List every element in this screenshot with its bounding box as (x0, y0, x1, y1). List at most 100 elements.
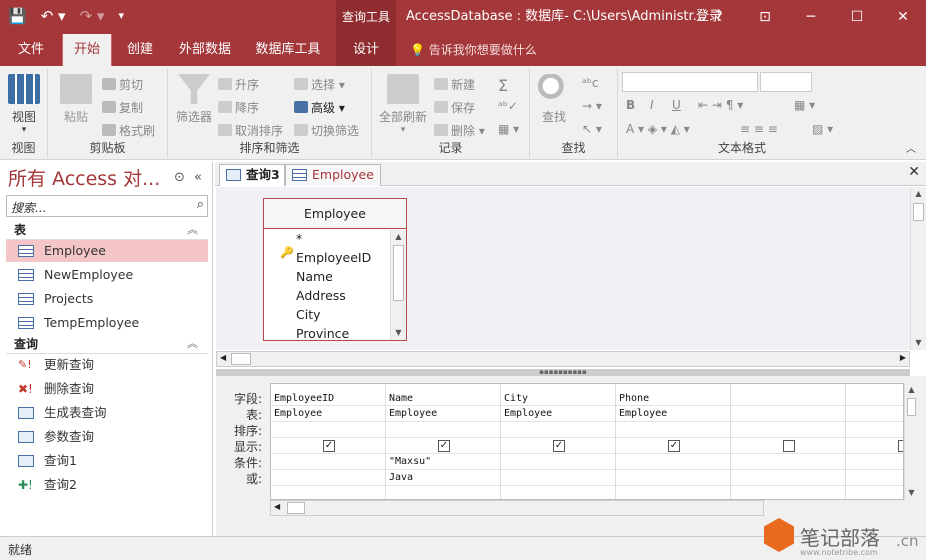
scroll-thumb[interactable] (287, 502, 305, 514)
scroll-thumb[interactable] (913, 203, 924, 221)
remove-sort-button[interactable]: 取消排序 (218, 122, 283, 139)
grid-column[interactable]: City Employee ✓ (501, 384, 616, 499)
goto-icon[interactable]: → ▾ (582, 99, 602, 113)
nav-section-queries[interactable]: 查询 ︽ (6, 334, 208, 354)
nav-item-newemployee[interactable]: NewEmployee (6, 264, 208, 286)
nav-menu-icon[interactable]: ⊙ (174, 170, 185, 185)
grid-column[interactable] (846, 384, 903, 499)
upper-vertical-scrollbar[interactable]: ▲ ▼ (910, 187, 926, 350)
align-icons[interactable]: ≡ ≡ ≡ (740, 122, 778, 136)
spelling-icon[interactable]: ᵃᵇ✓ (498, 99, 518, 113)
minimize-button[interactable]: ─ (788, 0, 834, 34)
select-icon[interactable]: ↖ ▾ (582, 122, 602, 136)
indent-icons[interactable]: ⇤ ⇥ ¶ ▾ (698, 98, 743, 112)
show-checkbox[interactable]: ✓ (323, 440, 335, 452)
tab-external-data[interactable]: 外部数据 (166, 34, 244, 66)
nav-item-tempemployee[interactable]: TempEmployee (6, 312, 208, 334)
grid-cell-field[interactable]: EmployeeID (274, 393, 334, 404)
nav-item-update-query[interactable]: ✎! 更新查询 (6, 354, 208, 376)
nav-item-query1[interactable]: 查询1 (6, 450, 208, 472)
grid-cell-field[interactable]: City (504, 393, 528, 404)
maximize-button[interactable]: ☐ (834, 0, 880, 34)
help-button[interactable]: ? (696, 0, 742, 34)
nav-section-tables[interactable]: 表 ︽ (6, 220, 208, 240)
sort-asc-button[interactable]: 升序 (218, 76, 259, 93)
tab-create[interactable]: 创建 (114, 34, 166, 66)
grid-cell-or[interactable]: Java (389, 472, 413, 483)
scroll-thumb[interactable] (231, 353, 251, 365)
grid-cell-field[interactable]: Name (389, 393, 413, 404)
underline-button[interactable]: U (672, 98, 681, 112)
field-item[interactable]: Name (296, 269, 333, 284)
grid-cell-criteria[interactable]: "Maxsu" (389, 456, 431, 467)
field-item[interactable]: City (296, 307, 321, 322)
save-icon[interactable]: 💾 (8, 6, 27, 26)
scroll-thumb[interactable] (907, 398, 916, 416)
field-item[interactable]: EmployeeID (296, 250, 371, 265)
field-item[interactable]: Address (296, 288, 346, 303)
nav-item-query2[interactable]: ✚! 查询2 (6, 474, 208, 496)
show-checkbox[interactable] (783, 440, 795, 452)
scroll-left-icon[interactable]: ◀ (274, 502, 280, 511)
ribbon-display-button[interactable]: ⊡ (742, 0, 788, 34)
gridlines-icon[interactable]: ▦ ▾ (794, 98, 815, 112)
pane-splitter[interactable]: ▪▪▪▪▪▪▪▪▪▪ (216, 369, 910, 376)
nav-search-input[interactable]: 搜索... ⌕ (6, 195, 208, 217)
scroll-up-icon[interactable]: ▲ (911, 187, 926, 201)
font-color-button[interactable]: A ▾ ◈ ▾ ◭ ▾ (626, 122, 690, 136)
bold-button[interactable]: B (626, 98, 635, 112)
toggle-filter-button[interactable]: 切换筛选 (294, 122, 359, 139)
nav-title[interactable]: 所有 Access 对... (8, 164, 160, 191)
grid-column[interactable]: EmployeeID Employee ✓ (271, 384, 386, 499)
format-painter-button[interactable]: 格式刷 (102, 122, 155, 139)
cut-button[interactable]: 剪切 (102, 76, 143, 93)
advanced-button[interactable]: 高级 ▾ (294, 99, 345, 116)
field-item[interactable]: Province (296, 326, 349, 341)
scroll-right-icon[interactable]: ▶ (900, 353, 906, 362)
filter-button[interactable]: 筛选器 (172, 74, 216, 125)
redo-icon[interactable]: ↷ ▾ (80, 6, 105, 26)
grid-cell-table[interactable]: Employee (389, 408, 437, 419)
scroll-thumb[interactable] (393, 245, 404, 301)
italic-button[interactable]: I (650, 98, 654, 112)
more-icon[interactable]: ▦ ▾ (498, 122, 519, 136)
collapse-ribbon-icon[interactable]: ︿ (906, 140, 916, 155)
selection-button[interactable]: 选择 ▾ (294, 76, 345, 93)
nav-item-projects[interactable]: Projects (6, 288, 208, 310)
nav-item-delete-query[interactable]: ✖! 删除查询 (6, 378, 208, 400)
grid-column[interactable]: Phone Employee ✓ (616, 384, 731, 499)
tab-query3[interactable]: 查询3 (219, 164, 285, 186)
font-name-select[interactable] (622, 72, 758, 92)
nav-collapse-icon[interactable]: « (194, 170, 202, 185)
copy-button[interactable]: 复制 (102, 99, 143, 116)
tab-file[interactable]: 文件 (0, 34, 62, 66)
table-field-list[interactable]: Employee * 🔑 EmployeeID Name Address Cit… (263, 198, 407, 341)
find-button[interactable]: 查找 (536, 74, 572, 125)
upper-horizontal-scrollbar[interactable]: ◀ ▶ (216, 351, 910, 367)
paste-button[interactable]: 粘贴 (58, 74, 94, 125)
scroll-down-icon[interactable]: ▼ (905, 486, 918, 500)
grid-cell-field[interactable]: Phone (619, 393, 649, 404)
grid-column[interactable]: Name Employee ✓ "Maxsu" Java (386, 384, 501, 499)
show-checkbox[interactable]: ✓ (553, 440, 565, 452)
grid-cell-table[interactable]: Employee (619, 408, 667, 419)
nav-item-parameter-query[interactable]: 参数查询 (6, 426, 208, 448)
grid-column[interactable] (731, 384, 846, 499)
refresh-all-button[interactable]: 全部刷新 ▾ (376, 74, 430, 135)
scroll-down-icon[interactable]: ▼ (911, 336, 926, 350)
tab-design[interactable]: 设计 (336, 34, 396, 66)
close-document-icon[interactable]: ✕ (908, 164, 920, 180)
undo-icon[interactable]: ↶ ▾ (41, 6, 66, 26)
show-checkbox[interactable]: ✓ (668, 440, 680, 452)
alternate-fill-icon[interactable]: ▨ ▾ (812, 122, 833, 136)
grid-cell-table[interactable]: Employee (274, 408, 322, 419)
scroll-left-icon[interactable]: ◀ (220, 353, 226, 362)
grid-horizontal-scrollbar[interactable]: ◀ (270, 500, 764, 516)
new-record-button[interactable]: 新建 (434, 76, 475, 93)
search-icon[interactable]: ⌕ (197, 197, 204, 212)
customize-qat-icon[interactable]: ▾ (118, 6, 124, 26)
nav-item-employee[interactable]: Employee (6, 240, 208, 262)
scroll-down-icon[interactable]: ▼ (391, 326, 406, 340)
tab-database-tools[interactable]: 数据库工具 (246, 34, 330, 66)
grid-cell-table[interactable]: Employee (504, 408, 552, 419)
